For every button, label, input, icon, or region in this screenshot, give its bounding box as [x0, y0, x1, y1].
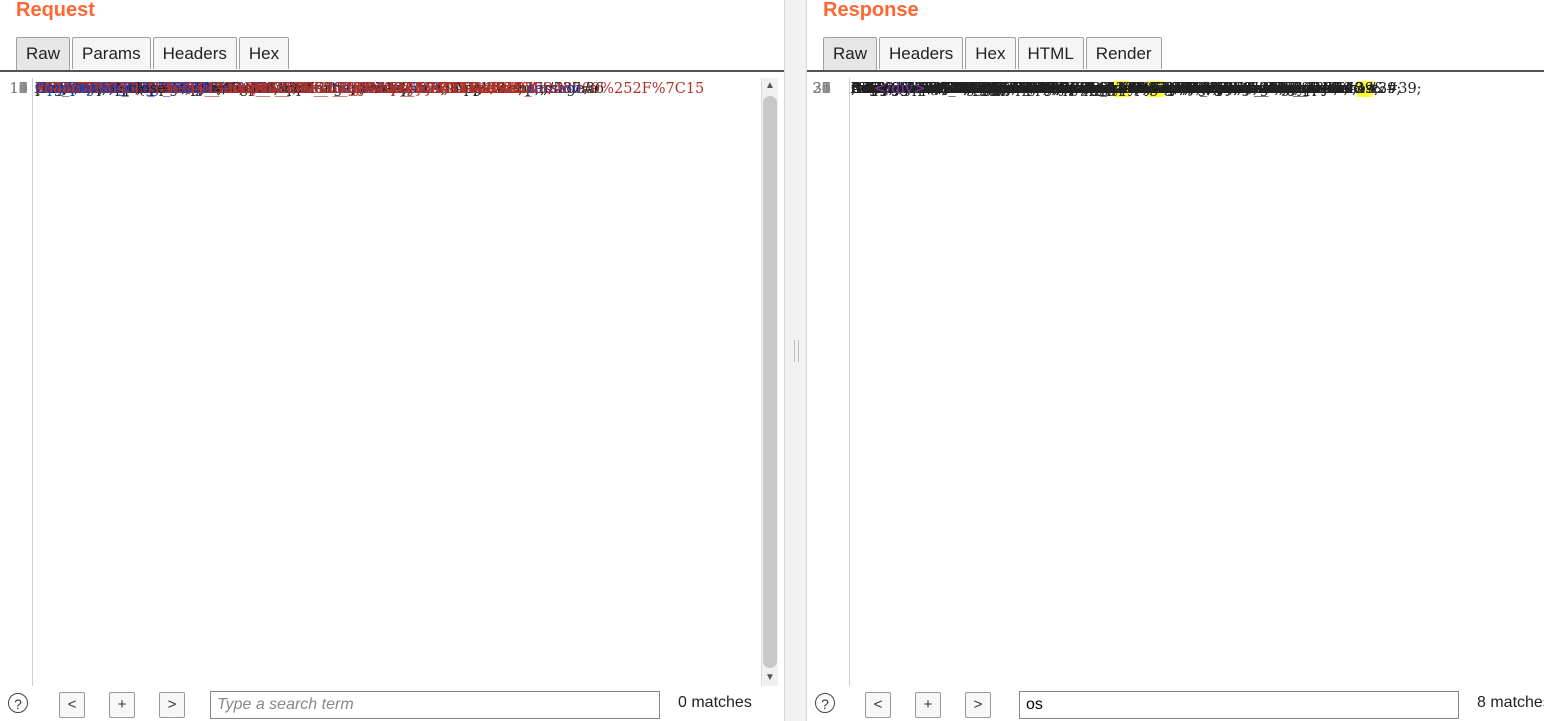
response-tabs: Raw Headers Hex HTML Render: [823, 37, 1164, 71]
match-count: 8 matches: [1477, 694, 1544, 711]
line-number: 36: [812, 81, 831, 97]
tab-hex[interactable]: Hex: [238, 37, 290, 69]
code-token: : close: [118, 81, 166, 97]
divider-grip[interactable]: [794, 340, 799, 362]
next-match-button[interactable]: >: [159, 692, 185, 718]
next-match-button[interactable]: >: [965, 692, 991, 718]
pane-divider[interactable]: [784, 0, 807, 721]
tab-params[interactable]: Params: [72, 37, 151, 69]
add-button[interactable]: +: [109, 692, 135, 718]
vertical-scrollbar[interactable]: ▲ ▼: [761, 78, 778, 686]
search-input[interactable]: [210, 691, 660, 719]
request-search-bar: ? < + > 0 matches: [0, 688, 784, 721]
code-token: </div>: [874, 81, 926, 97]
response-pane: Response Raw Headers Hex HTML Render 27 C…: [807, 0, 1544, 721]
tab-raw[interactable]: Raw: [823, 37, 878, 71]
code-token: Connection: [35, 81, 119, 97]
prev-match-button[interactable]: <: [59, 692, 85, 718]
code-token: =: [581, 81, 594, 97]
tab-hex[interactable]: Hex: [965, 37, 1016, 69]
tab-headers[interactable]: Headers: [879, 37, 964, 69]
tab-underline: [807, 70, 1544, 72]
line-number-gutter: [0, 78, 33, 686]
response-editor[interactable]: 27 Copyright (c) 2000 BeOpen.com. 28 All Ri…: [807, 78, 1544, 686]
tab-underline: [0, 70, 784, 72]
tab-headers[interactable]: Headers: [152, 37, 237, 69]
line-text: </div>: [851, 78, 925, 101]
help-icon[interactable]: ?: [8, 693, 28, 713]
scroll-up-icon[interactable]: ▲: [762, 78, 778, 94]
tab-render[interactable]: Render: [1085, 37, 1162, 69]
response-title: Response: [823, 0, 919, 21]
line-text: Connection: close: [35, 78, 166, 101]
line-number: 13: [9, 81, 28, 97]
request-tabs: Raw Params Headers Hex: [16, 37, 291, 71]
line-number-gutter: [807, 78, 850, 686]
add-button[interactable]: +: [915, 692, 941, 718]
help-icon[interactable]: ?: [815, 693, 835, 713]
request-pane: Request Raw Params Headers Hex 1 GET /?na…: [0, 0, 784, 721]
tab-html[interactable]: HTML: [1017, 37, 1084, 69]
response-search-bar: ? < + > 8 matches: [807, 688, 1544, 721]
prev-match-button[interactable]: <: [865, 692, 891, 718]
request-title: Request: [16, 0, 95, 21]
request-editor[interactable]: 1 GET /?name={{config.__class__.__init__.…: [0, 78, 784, 686]
scroll-down-icon[interactable]: ▼: [762, 670, 778, 686]
tab-raw[interactable]: Raw: [16, 37, 71, 71]
scrollbar-thumb[interactable]: [763, 96, 777, 668]
search-input[interactable]: [1019, 691, 1459, 719]
match-count: 0 matches: [678, 694, 752, 711]
